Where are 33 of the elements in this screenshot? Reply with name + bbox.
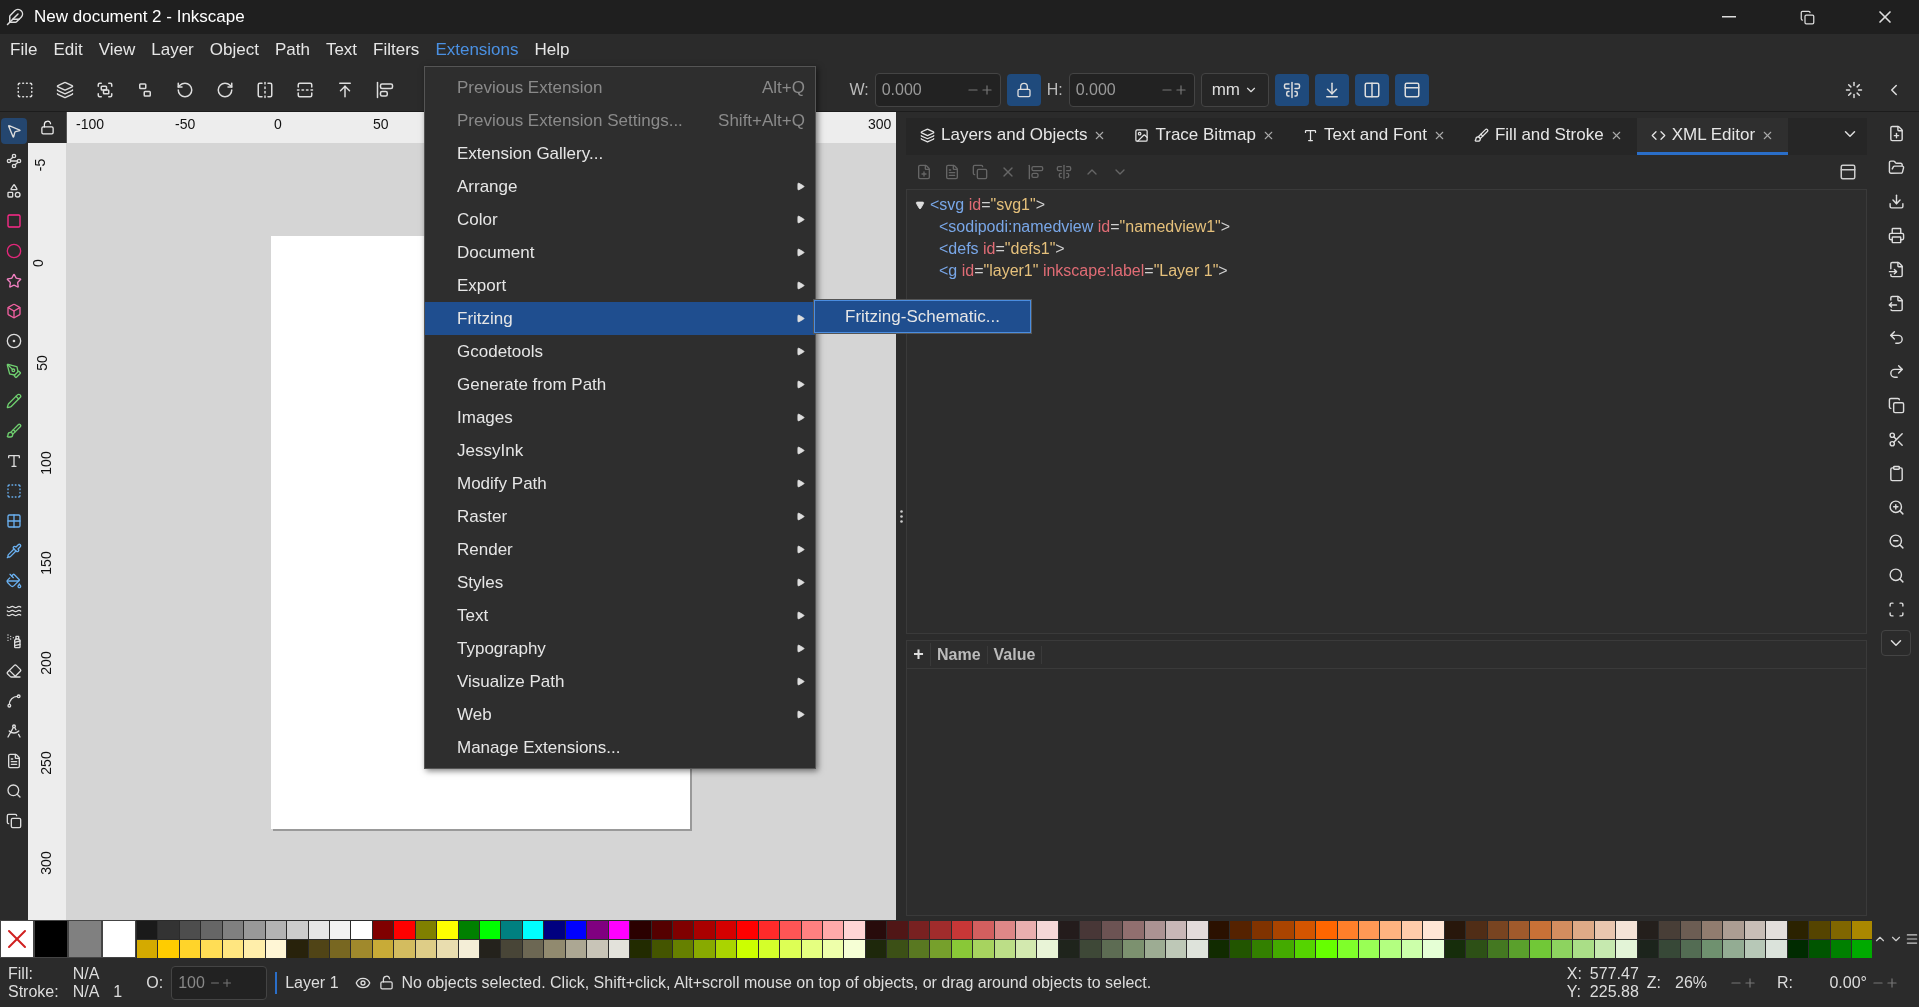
shortcut-label: Shift+Alt+Q [718,110,805,131]
status-message: No objects selected. Click, Shift+click, Alt+scroll mouse on top of objects, or drag around objects to select. [401,973,1153,992]
ruler-label: 50 [373,116,389,132]
ruler-label: 50 [33,355,50,371]
y-coordinate: 225.88 [1589,982,1639,1001]
ruler-label: 200 [37,651,54,675]
rotation-label: R: [1777,973,1793,992]
width-label: W: [849,80,869,99]
ruler-label: 100 [37,451,54,475]
y-label: Y: [1566,982,1582,1001]
window-title: New document 2 - Inkscape [34,7,246,27]
ruler-label: 0 [274,116,282,132]
x-coordinate: 577.47 [1589,964,1639,983]
ruler-label: -5 [32,158,49,172]
fill-value: N/A [72,964,100,983]
ruler-label: 300 [868,116,892,132]
ruler-label: -100 [76,116,105,132]
zoom-label: Z: [1646,973,1661,992]
opacity-label: O: [146,973,164,992]
ruler-label: -50 [175,116,196,132]
column-header: Value [987,645,1043,664]
stroke-width: 1 [113,982,123,1001]
x-label: X: [1566,964,1582,983]
column-header: Name [931,645,988,664]
fill-label: Fill: [8,964,34,983]
ruler-label: 0 [29,259,46,267]
stroke-label: Stroke: [8,982,59,1001]
ruler-label: 150 [37,551,54,575]
stroke-value: N/A [72,982,100,1001]
shortcut-label: Alt+Q [762,77,805,98]
height-label: H: [1046,80,1063,99]
ruler-label: 250 [37,751,54,775]
ruler-label: 300 [37,851,54,875]
